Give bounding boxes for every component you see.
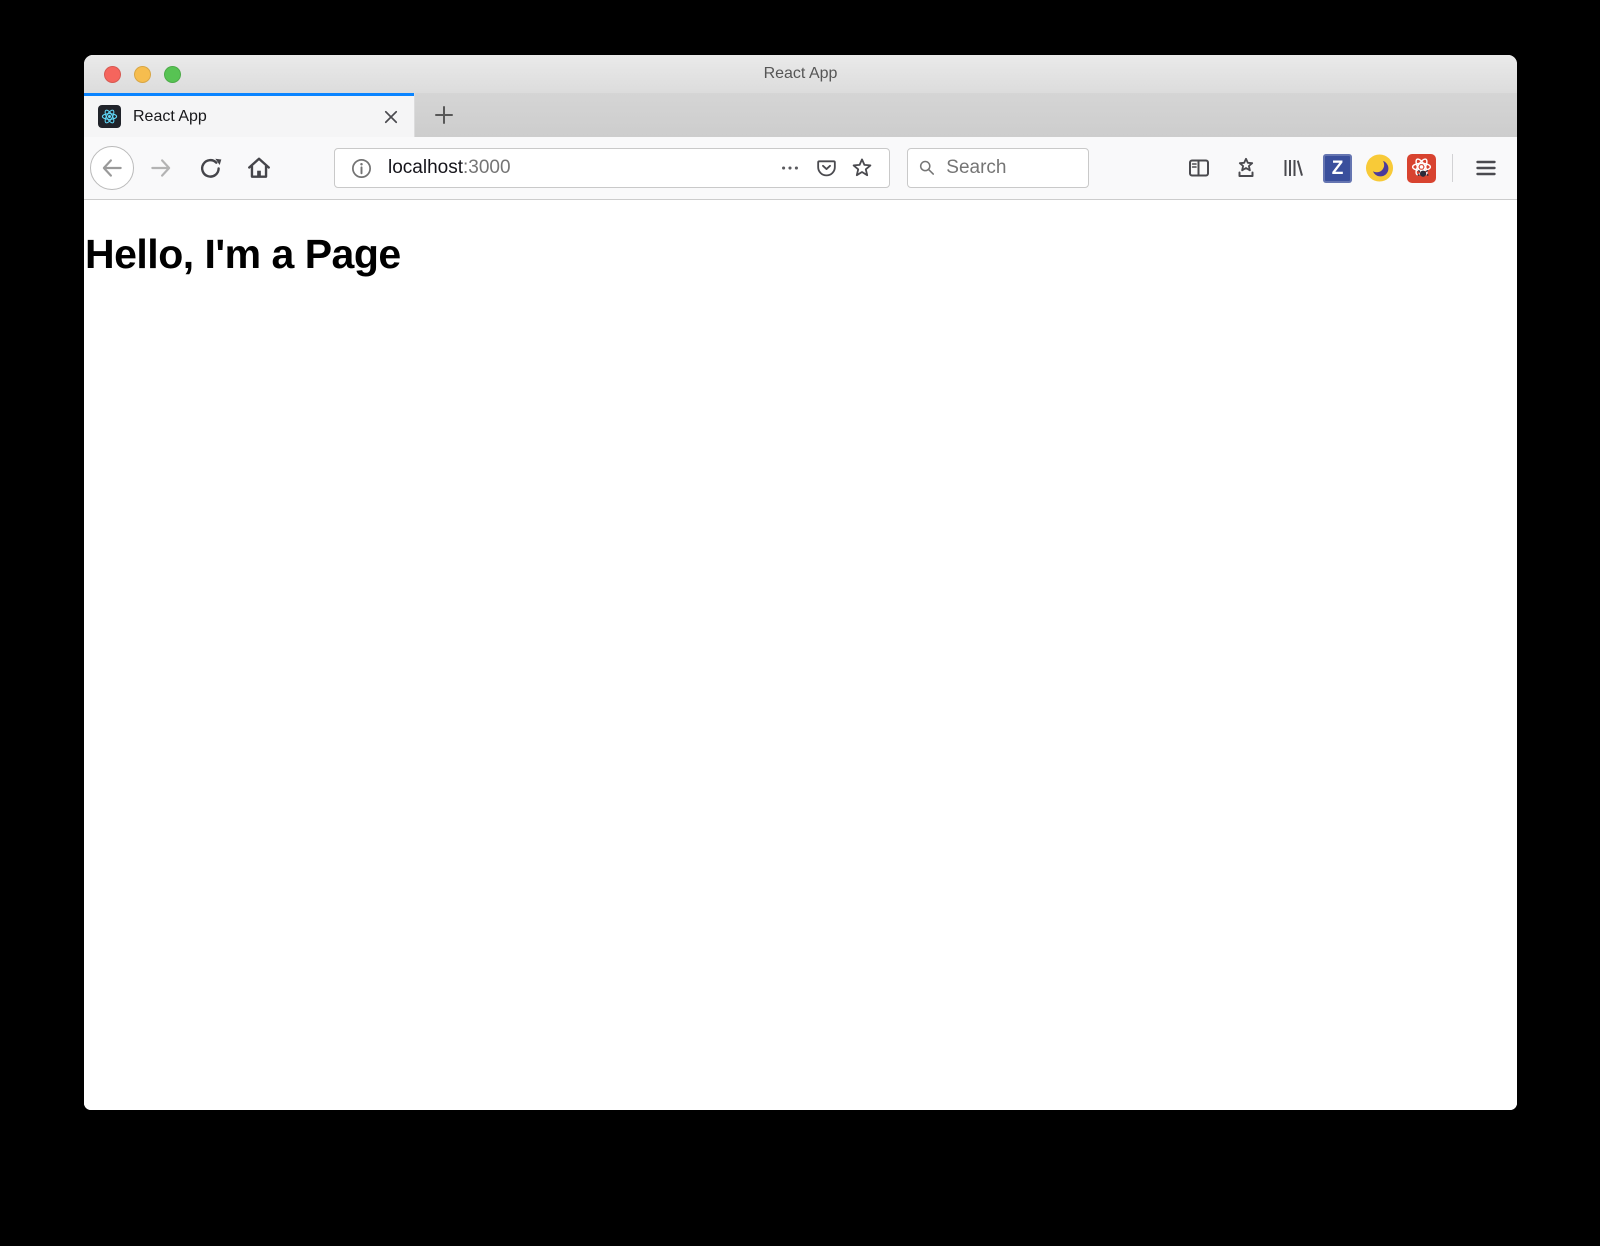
site-info-button[interactable]: [347, 154, 375, 182]
search-icon: [918, 157, 936, 179]
sidebar-icon: [1187, 156, 1211, 180]
toolbar-separator: [1452, 154, 1453, 182]
forward-icon: [148, 155, 174, 181]
window-title: React App: [84, 55, 1517, 93]
url-host: localhost: [388, 157, 463, 178]
page-heading: Hello, I'm a Page: [84, 231, 1517, 278]
info-icon: [350, 157, 373, 180]
tab-react-app[interactable]: React App: [84, 93, 415, 137]
react-devtools-extension-icon[interactable]: [1407, 154, 1436, 183]
menu-button[interactable]: [1469, 151, 1503, 185]
menu-icon: [1474, 156, 1498, 180]
tab-close-icon[interactable]: [376, 102, 406, 132]
night-mode-extension-icon[interactable]: [1365, 154, 1394, 183]
window-titlebar: React App: [84, 55, 1517, 93]
moon-icon: [1365, 153, 1394, 183]
sidebar-toggle-button[interactable]: [1182, 151, 1216, 185]
page-content: Hello, I'm a Page: [84, 200, 1517, 1110]
home-icon: [246, 155, 272, 181]
reload-button[interactable]: [191, 149, 229, 187]
back-icon: [99, 155, 125, 181]
bookmarks-tray-icon: [1234, 156, 1258, 180]
pocket-icon: [815, 157, 838, 180]
back-button[interactable]: [90, 146, 134, 190]
navigation-toolbar: localhost:3000: [84, 137, 1517, 200]
react-favicon-icon: [98, 105, 121, 128]
zotero-label: Z: [1332, 159, 1344, 178]
tab-bar: React App: [84, 93, 1517, 137]
reload-icon: [198, 156, 223, 181]
library-icon: [1281, 156, 1305, 180]
bookmark-star-button[interactable]: [847, 153, 877, 183]
pocket-button[interactable]: [811, 153, 841, 183]
page-actions-icon: [779, 157, 801, 179]
atom-bug-icon: [1409, 156, 1434, 181]
search-bar: [907, 148, 1089, 188]
page-actions-button[interactable]: [775, 153, 805, 183]
new-tab-button[interactable]: [423, 93, 465, 137]
url-bar-actions: [775, 153, 877, 183]
tab-title: React App: [133, 108, 376, 126]
forward-button[interactable]: [142, 149, 180, 187]
browser-window: React App React App: [84, 55, 1517, 1110]
url-port: :3000: [463, 157, 511, 178]
url-text: localhost:3000: [388, 157, 775, 179]
bookmark-star-icon: [850, 156, 874, 180]
search-input[interactable]: [944, 156, 1078, 180]
url-bar[interactable]: localhost:3000: [334, 148, 890, 188]
toolbar-right-icons: Z: [1182, 151, 1503, 185]
bookmarks-menu-button[interactable]: [1229, 151, 1263, 185]
library-button[interactable]: [1276, 151, 1310, 185]
zotero-extension-icon[interactable]: Z: [1323, 154, 1352, 183]
home-button[interactable]: [240, 149, 278, 187]
